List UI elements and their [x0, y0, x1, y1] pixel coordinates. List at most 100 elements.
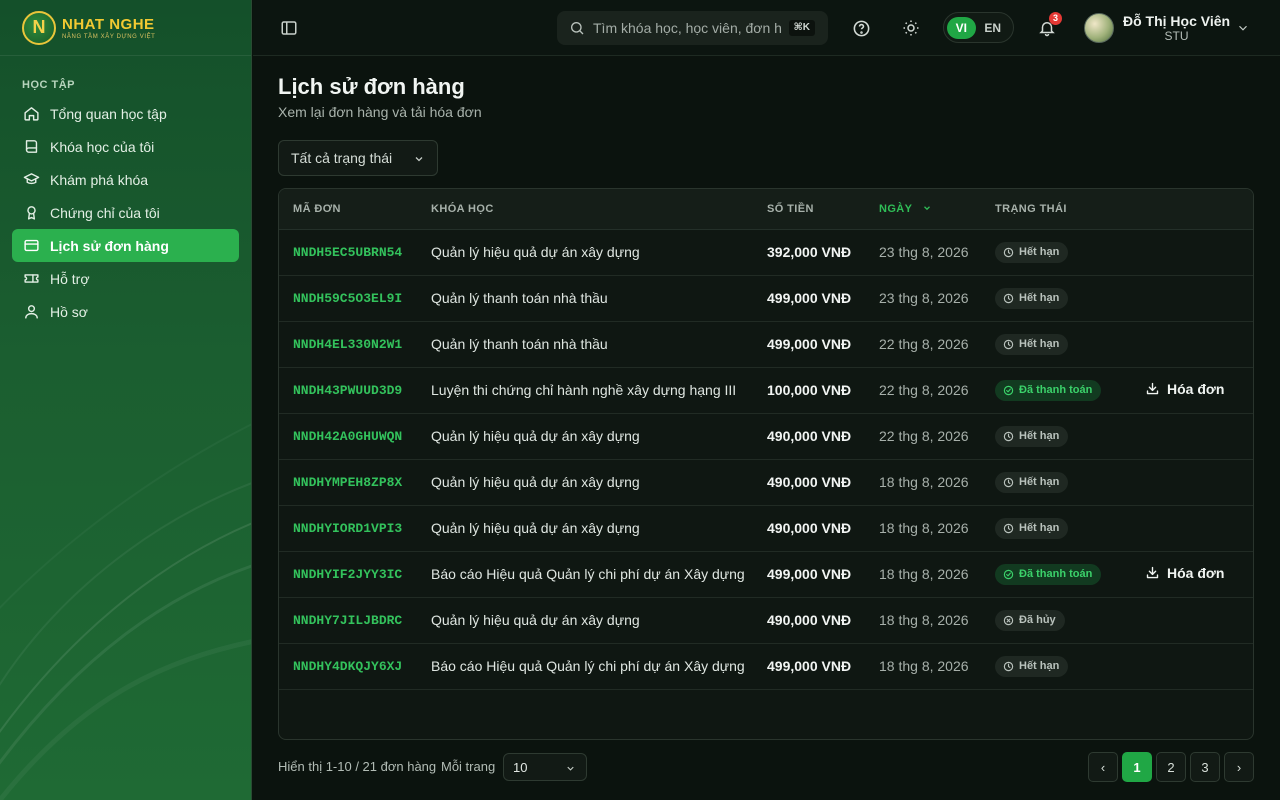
order-status-cell: Đã thanh toán [981, 551, 1131, 597]
download-invoice-button[interactable]: Hóa đơn [1145, 565, 1224, 581]
credit-card-icon [22, 237, 40, 255]
column-header-date[interactable]: NGÀY [865, 189, 981, 230]
column-header-actions [1131, 189, 1253, 230]
column-header-code[interactable]: MÃ ĐƠN [279, 189, 417, 230]
table-row: NNDHY7JILJBDRC Quản lý hiệu quả dự án xây… [279, 597, 1253, 643]
orders-table-container: MÃ ĐƠN KHÓA HỌC SỐ TIỀN NGÀY TRẠNG THÁI … [278, 188, 1254, 740]
order-course: Quản lý thanh toán nhà thầu [431, 336, 608, 352]
page-button-2[interactable]: 2 [1156, 752, 1186, 782]
column-header-amount[interactable]: SỐ TIỀN [753, 189, 865, 230]
book-icon [22, 138, 40, 156]
order-course: Báo cáo Hiệu quả Quản lý chi phí dự án X… [431, 658, 745, 674]
order-date: 22 thg 8, 2026 [879, 336, 969, 352]
order-status-cell: Hết hạn [981, 229, 1131, 275]
order-course: Quản lý hiệu quả dự án xây dựng [431, 520, 640, 536]
order-status-cell: Đã hủy [981, 597, 1131, 643]
user-menu[interactable]: Đỗ Thị Học Viên STU [1084, 12, 1254, 44]
orders-table-body: NNDH5EC5UBRN54 Quản lý hiệu quả dự án xây… [279, 229, 1253, 689]
order-code-link[interactable]: NNDH5EC5UBRN54 [279, 229, 417, 275]
order-course: Quản lý hiệu quả dự án xây dựng [431, 428, 640, 444]
graduation-cap-icon [22, 171, 40, 189]
avatar [1084, 13, 1114, 43]
order-course: Quản lý hiệu quả dự án xây dựng [431, 244, 640, 260]
status-filter-select[interactable]: Tất cả trạng thái [278, 140, 438, 176]
order-actions-cell: Hóa đơn [1131, 367, 1253, 413]
help-icon [853, 20, 869, 36]
notifications-button[interactable]: 3 [1036, 12, 1062, 39]
status-badge-label: Hết hạn [1019, 292, 1060, 304]
order-course: Quản lý thanh toán nhà thầu [431, 290, 608, 306]
order-date: 23 thg 8, 2026 [879, 244, 969, 260]
order-code-link[interactable]: NNDHY7JILJBDRC [279, 597, 417, 643]
award-icon [22, 204, 40, 222]
order-actions-cell [1131, 597, 1253, 643]
sidebar-item-4[interactable]: Chứng chỉ của tôi [12, 196, 239, 229]
order-code-link[interactable]: NNDH42A0GHUWQN [279, 413, 417, 459]
sidebar-item-7[interactable]: Hồ sơ [12, 295, 239, 328]
status-badge: Hết hạn [995, 655, 1069, 677]
table-row: NNDH42A0GHUWQN Quản lý hiệu quả dự án xây… [279, 413, 1253, 459]
table-row: NNDH43PWUUD3D9 Luyện thi chứng chỉ hành n… [279, 367, 1253, 413]
table-row: NNDHYIORD1VPI3 Quản lý hiệu quả dự án xây… [279, 505, 1253, 551]
check-circle-icon [1003, 385, 1014, 395]
table-row: NNDHYIF2JYY3IC Báo cáo Hiệu quả Quản lý c… [279, 551, 1253, 597]
order-code-link[interactable]: NNDH59C5O3EL9I [279, 275, 417, 321]
download-invoice-button[interactable]: Hóa đơn [1145, 381, 1224, 397]
order-amount: 490,000 VNĐ [767, 474, 852, 490]
order-code-link[interactable]: NNDHYIF2JYY3IC [279, 551, 417, 597]
status-badge-label: Đã thanh toán [1019, 384, 1093, 396]
status-badge: Đã thanh toán [995, 379, 1102, 401]
sidebar-item-5[interactable]: Lịch sử đơn hàng [12, 229, 239, 262]
page-button-1[interactable]: 1 [1122, 752, 1152, 782]
brand-logo[interactable]: N NHAT NGHE NÂNG TẦM XÂY DỰNG VIỆT [0, 0, 251, 56]
page-button-3[interactable]: 3 [1190, 752, 1220, 782]
sidebar-item-label: Tổng quan học tập [50, 105, 167, 122]
sidebar-item-3[interactable]: Khám phá khóa [12, 163, 239, 196]
sidebar-item-2[interactable]: Khóa học của tôi [12, 130, 239, 163]
column-header-status[interactable]: TRẠNG THÁI [981, 189, 1131, 230]
clock-icon [1003, 523, 1014, 533]
per-page-select[interactable]: 10 [503, 753, 587, 781]
prev-page-button[interactable]: ‹ [1088, 752, 1118, 782]
order-status-cell: Hết hạn [981, 275, 1131, 321]
order-date: 18 thg 8, 2026 [879, 474, 969, 490]
next-page-button[interactable]: › [1224, 752, 1254, 782]
sidebar-item-1[interactable]: Tổng quan học tập [12, 97, 239, 130]
search-input[interactable] [593, 20, 783, 36]
order-amount: 499,000 VNĐ [767, 336, 852, 352]
order-code-link[interactable]: NNDHYIORD1VPI3 [279, 505, 417, 551]
clock-icon [1003, 293, 1014, 303]
language-vi-button[interactable]: VI [947, 16, 976, 39]
brand-name: NHAT NGHE [62, 15, 155, 33]
column-header-course[interactable]: KHÓA HỌC [417, 189, 753, 230]
order-status-cell: Hết hạn [981, 643, 1131, 689]
order-actions-cell [1131, 321, 1253, 367]
pagination: ‹ 1 2 3 › [1088, 752, 1258, 782]
ticket-icon [22, 270, 40, 288]
theme-toggle-button[interactable] [900, 17, 922, 39]
status-badge-label: Đã hủy [1019, 614, 1056, 626]
sidebar-item-6[interactable]: Hỗ trợ [12, 262, 239, 295]
sidebar-nav: Tổng quan học tập Khóa học của tôi Khám ph… [12, 97, 239, 328]
status-badge: Hết hạn [995, 287, 1069, 309]
order-status-cell: Hết hạn [981, 505, 1131, 551]
order-status-cell: Hết hạn [981, 459, 1131, 505]
language-switcher: VI EN [943, 12, 1014, 43]
order-code-link[interactable]: NNDH43PWUUD3D9 [279, 367, 417, 413]
order-date: 18 thg 8, 2026 [879, 658, 969, 674]
sidebar-toggle-button[interactable] [277, 16, 301, 40]
check-circle-icon [1003, 569, 1014, 579]
order-date: 22 thg 8, 2026 [879, 382, 969, 398]
order-code-link[interactable]: NNDHY4DKQJY6XJ [279, 643, 417, 689]
sidebar-item-label: Hồ sơ [50, 303, 88, 320]
clock-icon [1003, 431, 1014, 441]
search-box[interactable]: ⌘K [557, 11, 828, 45]
language-en-button[interactable]: EN [979, 17, 1008, 39]
order-code-link[interactable]: NNDH4EL330N2W1 [279, 321, 417, 367]
order-code-link[interactable]: NNDHYMPEH8ZP8X [279, 459, 417, 505]
download-icon [1146, 567, 1159, 579]
per-page-value: 10 [513, 759, 528, 775]
notification-count-badge: 3 [1049, 12, 1062, 25]
help-button[interactable] [850, 17, 872, 39]
table-header-row: MÃ ĐƠN KHÓA HỌC SỐ TIỀN NGÀY TRẠNG THÁI [279, 189, 1253, 230]
